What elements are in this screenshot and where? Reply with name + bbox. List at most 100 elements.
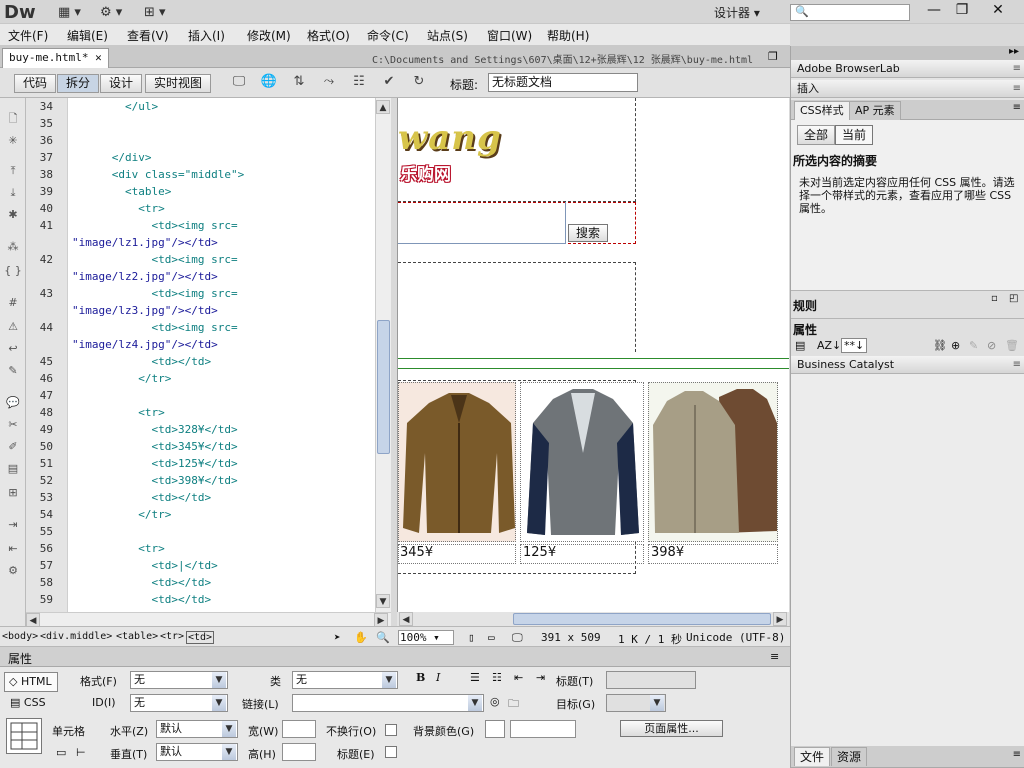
code-vertical-scrollbar[interactable]: ▲ ▼ bbox=[375, 98, 391, 612]
ordered-list-icon[interactable]: ☷ bbox=[492, 671, 502, 684]
menu-edit[interactable]: 编辑(E) bbox=[67, 27, 108, 44]
select-parent-tag-icon[interactable]: ⁂ bbox=[4, 240, 22, 256]
scroll-thumb[interactable] bbox=[513, 613, 771, 625]
about-view-icon[interactable]: ◰ bbox=[1009, 293, 1018, 304]
hand-tool-icon[interactable]: ✋ bbox=[354, 631, 368, 644]
file-management-icon[interactable]: ⇅ bbox=[288, 74, 310, 93]
panel-menu-icon[interactable]: ≡ bbox=[770, 650, 779, 663]
panel-menu-icon[interactable]: ≡ bbox=[1013, 80, 1021, 98]
css-mode-tab[interactable]: ▤ CSS bbox=[10, 696, 46, 709]
insert-panel-header[interactable]: 插入 ≡ bbox=[791, 80, 1024, 98]
target-select[interactable] bbox=[606, 694, 666, 712]
horizontal-select[interactable]: 默认 bbox=[156, 720, 238, 738]
view-code-button[interactable]: 代码 bbox=[14, 74, 57, 93]
code-line[interactable]: "image/lz2.jpg"/></td> bbox=[72, 270, 218, 283]
menu-window[interactable]: 窗口(W) bbox=[487, 27, 532, 44]
outdent-code-icon[interactable]: ⇤ bbox=[4, 542, 22, 558]
title-attr-input[interactable] bbox=[606, 671, 696, 689]
window-dimensions[interactable]: 391 x 509 bbox=[541, 631, 601, 644]
code-line[interactable]: <td>328¥</td> bbox=[72, 423, 237, 436]
rules-header[interactable]: 规则 ▫ ◰ bbox=[791, 290, 1024, 318]
merge-cells-icon[interactable]: ▭ bbox=[56, 746, 66, 759]
panel-menu-icon[interactable]: ≡ bbox=[1013, 356, 1021, 374]
move-css-icon[interactable]: ⊞ bbox=[4, 486, 22, 502]
breadcrumb-div[interactable]: <div.middle> bbox=[40, 631, 112, 642]
edit-rule-icon[interactable]: ✎ bbox=[969, 339, 978, 352]
disable-icon[interactable]: ⊘ bbox=[987, 339, 996, 352]
remove-comment-icon[interactable]: ✂ bbox=[4, 418, 22, 434]
window-size-phone-icon[interactable]: ▯ bbox=[468, 631, 475, 644]
outdent-icon[interactable]: ⇤ bbox=[514, 671, 523, 684]
business-catalyst-header[interactable]: Business Catalyst ≡ bbox=[791, 356, 1024, 374]
bgcolor-input[interactable] bbox=[510, 720, 576, 738]
scroll-left-icon[interactable]: ◀ bbox=[26, 613, 40, 627]
highlight-invalid-icon[interactable]: ⚠ bbox=[4, 320, 22, 336]
format-source-icon[interactable]: ⚙ bbox=[4, 564, 22, 580]
category-view-icon[interactable]: ▤ bbox=[795, 339, 805, 352]
refresh-icon[interactable]: ↻ bbox=[408, 74, 430, 93]
alpha-view-icon[interactable]: AZ↓ bbox=[817, 339, 841, 352]
validate-icon[interactable]: ✔ bbox=[378, 74, 400, 93]
close-icon[interactable]: ✕ bbox=[984, 1, 1012, 19]
set-properties-icon[interactable]: **↓ bbox=[841, 338, 868, 353]
code-line[interactable]: <td><img src= bbox=[72, 287, 237, 300]
code-line[interactable]: </tr> bbox=[72, 372, 171, 385]
code-line[interactable]: </ul> bbox=[72, 100, 158, 113]
vertical-select[interactable]: 默认 bbox=[156, 743, 238, 761]
design-view[interactable]: wang 乐购网 搜索 345¥ 125¥ 398¥ bbox=[397, 98, 789, 612]
scroll-thumb[interactable] bbox=[377, 320, 390, 454]
tab-files[interactable]: 文件 bbox=[794, 747, 831, 766]
code-line[interactable]: <td></td> bbox=[72, 491, 211, 504]
code-horizontal-scrollbar[interactable]: ◀ ▶ bbox=[26, 612, 391, 627]
code-line[interactable]: <td><img src= bbox=[72, 219, 237, 232]
unordered-list-icon[interactable]: ☰ bbox=[470, 671, 480, 684]
code-editor[interactable]: </ul> </div> <div class="middle"> <table… bbox=[68, 98, 375, 612]
search-field[interactable] bbox=[398, 202, 566, 244]
scroll-right-icon[interactable]: ▶ bbox=[374, 613, 388, 627]
tab-assets[interactable]: 资源 bbox=[831, 747, 868, 766]
breadcrumb-tr[interactable]: <tr> bbox=[160, 631, 184, 642]
workspace-switcher[interactable]: 设计器 ▾ bbox=[714, 4, 760, 21]
breadcrumb-body[interactable]: <body> bbox=[2, 631, 38, 642]
menu-format[interactable]: 格式(O) bbox=[307, 27, 350, 44]
word-wrap-icon[interactable]: ↩ bbox=[4, 342, 22, 358]
panel-menu-icon[interactable]: ≡ bbox=[1013, 749, 1021, 760]
apply-comment-icon[interactable]: 💬 bbox=[4, 396, 22, 412]
bgcolor-swatch[interactable] bbox=[485, 720, 505, 738]
view-design-button[interactable]: 设计 bbox=[100, 74, 143, 93]
class-select[interactable]: 无 bbox=[292, 671, 398, 689]
zoom-tool-icon[interactable]: 🔍 bbox=[376, 631, 390, 644]
code-line[interactable]: <tr> bbox=[72, 406, 165, 419]
syntax-coloring-icon[interactable]: ✎ bbox=[4, 364, 22, 380]
gear-icon[interactable]: ⚙ ▾ bbox=[100, 3, 122, 21]
cascade-view-icon[interactable]: ▫ bbox=[991, 293, 998, 304]
select-tool-icon[interactable]: ➤ bbox=[334, 631, 341, 644]
layout-icon[interactable]: ▦ ▾ bbox=[58, 3, 81, 21]
split-cell-icon[interactable]: ⊢ bbox=[76, 746, 86, 759]
breadcrumb-td[interactable]: <td> bbox=[186, 631, 215, 644]
width-input[interactable] bbox=[282, 720, 316, 738]
menu-help[interactable]: 帮助(H) bbox=[547, 27, 589, 44]
panel-menu-icon[interactable]: ≡ bbox=[1013, 60, 1021, 78]
menu-file[interactable]: 文件(F) bbox=[8, 27, 48, 44]
tab-ap-elements[interactable]: AP 元素 bbox=[849, 101, 901, 120]
collapse-tag-icon[interactable]: ⤒ bbox=[4, 164, 22, 180]
indent-icon[interactable]: ⇥ bbox=[536, 671, 545, 684]
minimize-icon[interactable]: — bbox=[920, 1, 948, 19]
indent-code-icon[interactable]: ⇥ bbox=[4, 518, 22, 534]
view-live-button[interactable]: 实时视图 bbox=[145, 74, 212, 93]
code-line[interactable]: <tr> bbox=[72, 202, 165, 215]
code-line[interactable]: <td></td> bbox=[72, 355, 211, 368]
restore-doc-icon[interactable]: ❐ bbox=[768, 50, 778, 63]
visual-aids-icon[interactable]: ☷ bbox=[348, 74, 370, 93]
page-properties-button[interactable]: 页面属性... bbox=[620, 720, 723, 737]
point-to-file-icon[interactable]: ◎ bbox=[490, 695, 500, 708]
code-line[interactable]: "image/lz3.jpg"/></td> bbox=[72, 304, 218, 317]
multiscreen-icon[interactable]: 🖵 bbox=[228, 74, 250, 93]
breadcrumb-table[interactable]: <table> bbox=[116, 631, 158, 642]
preview-browser-icon[interactable]: 🌐 bbox=[258, 74, 280, 93]
product-cell[interactable] bbox=[520, 382, 644, 542]
panel-menu-icon[interactable]: ≡ bbox=[1013, 102, 1021, 113]
code-line[interactable]: "image/lz1.jpg"/></td> bbox=[72, 236, 218, 249]
restore-icon[interactable]: ❐ bbox=[948, 1, 976, 19]
